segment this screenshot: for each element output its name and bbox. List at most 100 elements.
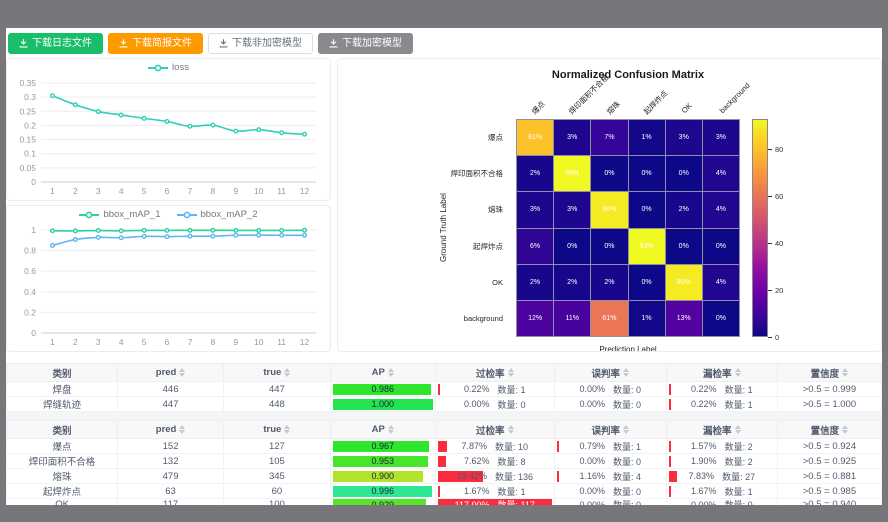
matrix-cell: 3% bbox=[666, 120, 702, 155]
sort-control[interactable] bbox=[388, 368, 394, 377]
download-encrypted-model-button[interactable]: 下载加密模型 bbox=[318, 33, 413, 54]
ap-cell: 0.953 bbox=[330, 454, 435, 469]
confusion-matrix-card: Normalized Confusion Matrix Ground Truth… bbox=[337, 58, 882, 352]
column-header-AP[interactable]: AP bbox=[330, 421, 435, 439]
sort-control[interactable] bbox=[735, 368, 741, 377]
rate-cell: 1.67%数量: 1 bbox=[666, 484, 777, 499]
sort-control[interactable] bbox=[623, 425, 629, 434]
svg-text:9: 9 bbox=[233, 337, 238, 347]
button-label: 下载日志文件 bbox=[32, 39, 92, 49]
bbox-map-line-chart: 00.20.40.60.81123456789101112 bbox=[7, 206, 330, 352]
rate-cell: 7.62%数量: 8 bbox=[435, 454, 554, 469]
download-log-file-button[interactable]: 下载日志文件 bbox=[8, 33, 103, 54]
column-header-漏检率[interactable]: 漏检率 bbox=[666, 421, 777, 439]
metrics-table-1: 类别predtrueAP过检率误判率漏检率置信度焊盘4464470.9860.2… bbox=[6, 363, 882, 412]
svg-text:1: 1 bbox=[50, 337, 55, 347]
column-header-过检率[interactable]: 过检率 bbox=[435, 364, 554, 382]
matrix-cell: 3% bbox=[554, 120, 590, 155]
colorbar-tick bbox=[768, 337, 772, 338]
matrix-cell: 3% bbox=[517, 192, 553, 227]
legend-item-bbox_mAP_1[interactable]: bbox_mAP_1 bbox=[79, 209, 160, 220]
loss-chart-legend: loss bbox=[7, 62, 330, 73]
rate-cell: 0.00%数量: 0 bbox=[554, 454, 666, 469]
column-header-pred[interactable]: pred bbox=[118, 421, 224, 439]
matrix-cell: 0% bbox=[629, 192, 665, 227]
matrix-x-axis-label: Prediction Label bbox=[516, 345, 740, 352]
colorbar-tick bbox=[768, 243, 772, 244]
column-header-AP[interactable]: AP bbox=[330, 364, 435, 382]
column-header-误判率[interactable]: 误判率 bbox=[554, 364, 666, 382]
sort-control[interactable] bbox=[842, 368, 848, 377]
svg-text:5: 5 bbox=[142, 186, 147, 196]
sort-control[interactable] bbox=[179, 368, 185, 377]
download-icon bbox=[19, 39, 28, 48]
column-header-类别: 类别 bbox=[7, 364, 118, 382]
column-header-过检率[interactable]: 过检率 bbox=[435, 421, 554, 439]
sort-control[interactable] bbox=[842, 425, 848, 434]
matrix-cell: 4% bbox=[703, 265, 739, 300]
metrics-table-2: 类别predtrueAP过检率误判率漏检率置信度爆点1521270.9677.8… bbox=[6, 420, 882, 505]
matrix-row-label: 焊印面积不合格 bbox=[338, 155, 510, 191]
pred-cell: 63 bbox=[118, 484, 224, 499]
pred-cell: 152 bbox=[118, 439, 224, 454]
sort-control[interactable] bbox=[388, 425, 394, 434]
svg-text:10: 10 bbox=[254, 337, 264, 347]
matrix-cell: 90% bbox=[591, 192, 627, 227]
sort-control[interactable] bbox=[284, 368, 290, 377]
svg-text:4: 4 bbox=[119, 186, 124, 196]
legend-item-bbox_mAP_2[interactable]: bbox_mAP_2 bbox=[177, 209, 258, 220]
rate-cell: 0.22%数量: 1 bbox=[435, 382, 554, 397]
bbox-map-chart-legend: bbox_mAP_1 bbox_mAP_2 bbox=[7, 209, 330, 220]
svg-text:0.3: 0.3 bbox=[24, 92, 36, 102]
svg-text:0.8: 0.8 bbox=[24, 246, 36, 256]
matrix-cell: 81% bbox=[517, 120, 553, 155]
sort-control[interactable] bbox=[623, 368, 629, 377]
confidence-cell: >0.5 = 0.924 bbox=[777, 439, 881, 454]
matrix-cell: 2% bbox=[554, 265, 590, 300]
column-header-true[interactable]: true bbox=[224, 421, 331, 439]
svg-text:0.1: 0.1 bbox=[24, 149, 36, 159]
matrix-cell: 12% bbox=[517, 301, 553, 336]
svg-text:1: 1 bbox=[50, 186, 55, 196]
rate-cell: 0.79%数量: 1 bbox=[554, 439, 666, 454]
matrix-cell: 4% bbox=[703, 192, 739, 227]
column-header-漏检率[interactable]: 漏检率 bbox=[666, 364, 777, 382]
sort-control[interactable] bbox=[179, 425, 185, 434]
sort-control[interactable] bbox=[508, 425, 514, 434]
legend-item-loss[interactable]: loss bbox=[148, 62, 189, 73]
matrix-cell: 7% bbox=[591, 120, 627, 155]
button-label: 下载简报文件 bbox=[132, 39, 192, 49]
confidence-cell: >0.5 = 0.881 bbox=[777, 469, 881, 484]
pred-cell: 479 bbox=[118, 469, 224, 484]
svg-text:0.6: 0.6 bbox=[24, 266, 36, 276]
sort-control[interactable] bbox=[508, 368, 514, 377]
matrix-cell: 11% bbox=[554, 301, 590, 336]
ap-cell: 0.967 bbox=[330, 439, 435, 454]
loss-chart-card: loss 00.050.10.150.20.250.30.35123456789… bbox=[6, 58, 331, 201]
table-gap bbox=[6, 412, 882, 420]
confidence-cell: >0.5 = 0.999 bbox=[777, 382, 881, 397]
sort-control[interactable] bbox=[284, 425, 290, 434]
loss-line-chart: 00.050.10.150.20.250.30.3512345678910111… bbox=[7, 59, 330, 201]
svg-text:0.2: 0.2 bbox=[24, 307, 36, 317]
sort-control[interactable] bbox=[735, 425, 741, 434]
column-header-置信度[interactable]: 置信度 bbox=[777, 364, 881, 382]
colorbar-tick-label: 0 bbox=[775, 333, 779, 342]
column-header-true[interactable]: true bbox=[224, 364, 331, 382]
matrix-column-label: 爆点 bbox=[529, 99, 547, 117]
button-label: 下载非加密模型 bbox=[232, 39, 302, 49]
matrix-row-label: background bbox=[338, 301, 510, 337]
download-unencrypted-model-button[interactable]: 下载非加密模型 bbox=[208, 33, 313, 54]
table-row: 爆点1521270.9677.87%数量: 100.79%数量: 11.57%数… bbox=[7, 439, 882, 454]
column-header-pred[interactable]: pred bbox=[118, 364, 224, 382]
svg-text:11: 11 bbox=[277, 337, 286, 347]
column-header-置信度[interactable]: 置信度 bbox=[777, 421, 881, 439]
matrix-cell: 0% bbox=[629, 265, 665, 300]
download-icon bbox=[219, 39, 228, 48]
rate-cell: 0.00%数量: 0 bbox=[435, 397, 554, 412]
download-report-file-button[interactable]: 下载简报文件 bbox=[108, 33, 203, 54]
table-row: 焊缝轨迹4474481.0000.00%数量: 00.00%数量: 00.22%… bbox=[7, 397, 882, 412]
window-chrome-top bbox=[0, 0, 888, 28]
column-header-误判率[interactable]: 误判率 bbox=[554, 421, 666, 439]
window-chrome-bottom bbox=[0, 505, 888, 522]
